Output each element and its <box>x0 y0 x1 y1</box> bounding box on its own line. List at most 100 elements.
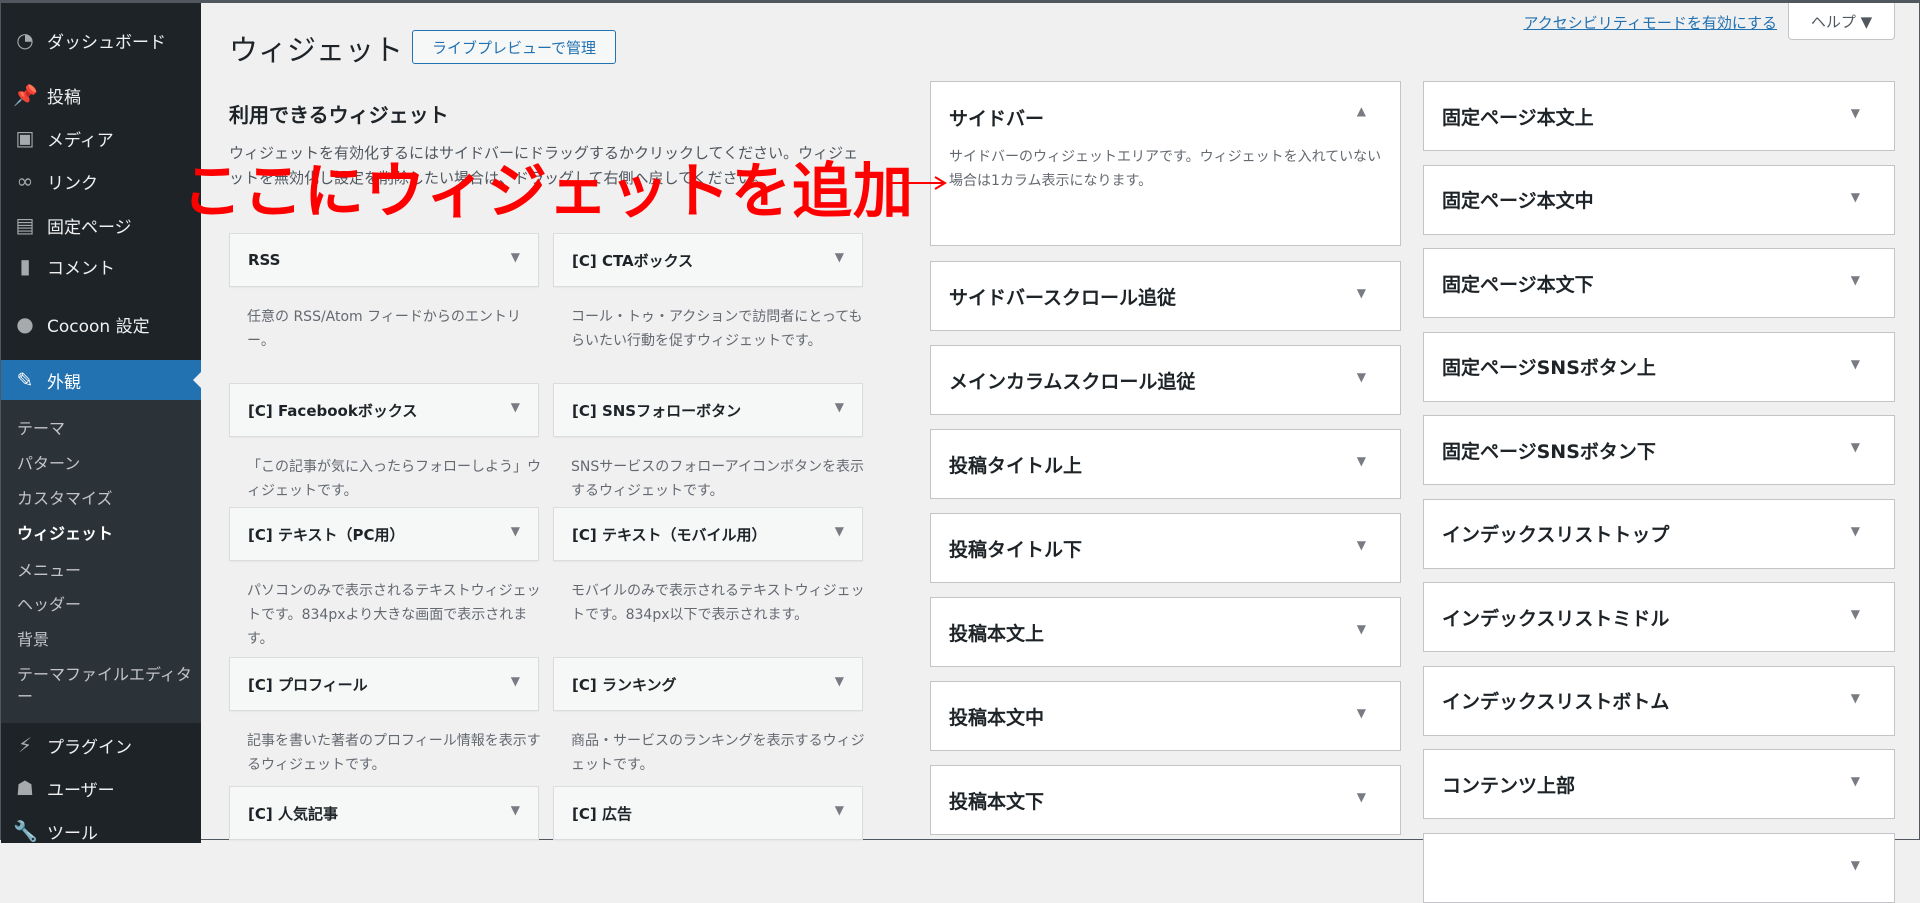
chevron-down-icon[interactable]: ▼ <box>1357 790 1366 804</box>
menu-item-5[interactable]: ▮ コメント <box>1 246 201 286</box>
submenu-item[interactable]: テーマファイルエディター <box>17 664 197 708</box>
available-widgets-title: 利用できるウィジェット <box>229 103 449 127</box>
menu-item-8[interactable]: ⚡ プラグイン <box>1 725 201 765</box>
user-icon: ☗ <box>16 776 34 800</box>
sidebar-area[interactable]: サイドバー ▲ サイドバーのウィジェットエリアです。ウィジェットを入れていない場… <box>930 81 1401 246</box>
chevron-down-icon[interactable]: ▼ <box>1357 706 1366 720</box>
menu-item-2[interactable]: ▣ メディア <box>1 118 201 158</box>
chevron-down-icon[interactable]: ▼ <box>1357 538 1366 552</box>
menu-item-10[interactable]: 🔧 ツール <box>1 811 201 851</box>
menu-item-7[interactable]: ✎ 外観 <box>1 360 201 400</box>
widget-item[interactable]: [C] 人気記事 ▼ <box>229 786 539 840</box>
menu-label: メディア <box>47 130 114 151</box>
chevron-down-icon[interactable]: ▼ <box>511 524 520 538</box>
widget-area[interactable]: 固定ページSNSボタン上 ▼ <box>1423 331 1895 402</box>
chevron-down-icon[interactable]: ▼ <box>1851 440 1860 454</box>
chevron-down-icon[interactable]: ▼ <box>1851 691 1860 705</box>
widget-item[interactable]: [C] 広告 ▼ <box>553 786 863 840</box>
menu-label: 固定ページ <box>47 217 132 238</box>
widget-area[interactable]: インデックスリストボトム ▼ <box>1423 665 1895 736</box>
chevron-down-icon[interactable]: ▼ <box>1357 622 1366 636</box>
chevron-down-icon[interactable]: ▼ <box>1851 190 1860 204</box>
widget-area[interactable]: 投稿本文下 ▼ <box>930 765 1401 835</box>
comment-icon: ▮ <box>19 254 31 278</box>
chevron-down-icon[interactable]: ▼ <box>1851 858 1860 872</box>
submenu-item[interactable]: カスタマイズ <box>17 488 197 510</box>
widget-title: [C] ランキング <box>572 675 677 694</box>
chevron-down-icon[interactable]: ▼ <box>835 674 844 688</box>
widget-area-title: 投稿本文上 <box>949 622 1045 645</box>
widget-area[interactable]: ▼ <box>1423 832 1895 903</box>
chevron-down-icon[interactable]: ▼ <box>1851 524 1860 538</box>
submenu-item[interactable]: パターン <box>17 453 197 475</box>
chevron-down-icon[interactable]: ▼ <box>1357 286 1366 300</box>
submenu-item[interactable]: テーマ <box>17 418 197 440</box>
menu-item-9[interactable]: ☗ ユーザー <box>1 768 201 808</box>
help-button[interactable]: ヘルプ ▼ <box>1788 3 1895 40</box>
chevron-down-icon[interactable]: ▼ <box>1851 273 1860 287</box>
chevron-down-icon[interactable]: ▼ <box>835 250 844 264</box>
widget-item[interactable]: [C] テキスト（モバイル用） ▼ <box>553 507 863 561</box>
widget-title: [C] テキスト（モバイル用） <box>572 525 767 544</box>
widget-item[interactable]: [C] テキスト（PC用） ▼ <box>229 507 539 561</box>
widget-item[interactable]: [C] ランキング ▼ <box>553 657 863 711</box>
submenu-item[interactable]: メニュー <box>17 560 197 582</box>
menu-item-6[interactable]: ● Cocoon 設定 <box>1 304 201 344</box>
widget-area[interactable]: インデックスリストミドル ▼ <box>1423 582 1895 652</box>
menu-label: プラグイン <box>47 737 132 758</box>
chevron-down-icon[interactable]: ▼ <box>511 674 520 688</box>
widget-area[interactable]: コンテンツ上部 ▼ <box>1423 749 1895 819</box>
widget-area-title: 固定ページ本文上 <box>1442 106 1594 129</box>
chevron-down-icon[interactable]: ▼ <box>835 803 844 817</box>
submenu-item[interactable]: ヘッダー <box>17 594 197 616</box>
accessibility-mode-link[interactable]: アクセシビリティモードを有効にする <box>1523 12 1777 33</box>
widget-area[interactable]: インデックスリストトップ ▼ <box>1423 498 1895 569</box>
widget-title: [C] CTAボックス <box>572 251 694 270</box>
widget-area-title: 固定ページ本文中 <box>1442 190 1594 212</box>
widget-area-title: 投稿タイトル下 <box>949 538 1083 561</box>
widget-area[interactable]: 固定ページ本文中 ▼ <box>1423 164 1895 235</box>
chevron-down-icon[interactable]: ▼ <box>1851 357 1860 371</box>
chevron-down-icon[interactable]: ▼ <box>1851 607 1860 621</box>
menu-item-1[interactable]: 📌 投稿 <box>1 75 201 115</box>
widget-item[interactable]: RSS ▼ <box>229 233 539 287</box>
chevron-down-icon[interactable]: ▼ <box>1357 454 1366 468</box>
chevron-down-icon[interactable]: ▼ <box>511 400 520 414</box>
widget-title: [C] テキスト（PC用） <box>248 525 405 544</box>
widget-description: 商品・サービスのランキングを表示するウィジェットです。 <box>571 733 865 773</box>
chevron-down-icon[interactable]: ▼ <box>835 400 844 414</box>
chevron-down-icon[interactable]: ▼ <box>1851 106 1860 120</box>
widget-item[interactable]: [C] CTAボックス ▼ <box>553 233 863 287</box>
widget-area[interactable]: 投稿本文中 ▼ <box>930 681 1401 751</box>
widget-area[interactable]: 投稿本文上 ▼ <box>930 597 1401 667</box>
widget-item[interactable]: [C] プロフィール ▼ <box>229 657 539 711</box>
submenu-item[interactable]: ウィジェット <box>17 523 197 545</box>
chevron-up-icon[interactable]: ▲ <box>1357 104 1366 118</box>
chevron-down-icon[interactable]: ▼ <box>835 524 844 538</box>
live-preview-button[interactable]: ライブプレビューで管理 <box>412 30 616 64</box>
chevron-down-icon[interactable]: ▼ <box>1851 774 1860 788</box>
plugin-icon: ⚡ <box>17 733 33 757</box>
pin-icon: 📌 <box>13 83 38 107</box>
menu-label: コメント <box>47 258 115 279</box>
widget-description: モバイルのみで表示されるテキストウィジェットです。834px以下で表示されます。 <box>571 583 865 623</box>
widget-area[interactable]: メインカラムスクロール追従 ▼ <box>930 345 1401 415</box>
widget-area[interactable]: サイドバースクロール追従 ▼ <box>930 261 1401 331</box>
brush-icon: ✎ <box>16 368 34 392</box>
chevron-down-icon[interactable]: ▼ <box>1357 370 1366 384</box>
widget-area[interactable]: 投稿タイトル下 ▼ <box>930 513 1401 583</box>
widget-title: [C] 人気記事 <box>248 804 338 823</box>
widget-item[interactable]: [C] Facebookボックス ▼ <box>229 383 539 437</box>
menu-item-4[interactable]: ▤ 固定ページ <box>1 205 201 245</box>
menu-item-0[interactable]: ◔ ダッシュボード <box>1 20 201 60</box>
widget-area[interactable]: 投稿タイトル上 ▼ <box>930 429 1401 499</box>
widget-item[interactable]: [C] SNSフォローボタン ▼ <box>553 383 863 437</box>
widget-area[interactable]: 固定ページSNSボタン下 ▼ <box>1423 415 1895 485</box>
submenu-item[interactable]: 背景 <box>17 629 197 651</box>
circle-icon: ● <box>16 312 34 336</box>
widget-area[interactable]: 固定ページ本文下 ▼ <box>1423 248 1895 318</box>
chevron-down-icon[interactable]: ▼ <box>511 803 520 817</box>
chevron-down-icon[interactable]: ▼ <box>511 250 520 264</box>
widget-area[interactable]: 固定ページ本文上 ▼ <box>1423 81 1895 151</box>
menu-item-3[interactable]: ∞ リンク <box>1 161 201 201</box>
